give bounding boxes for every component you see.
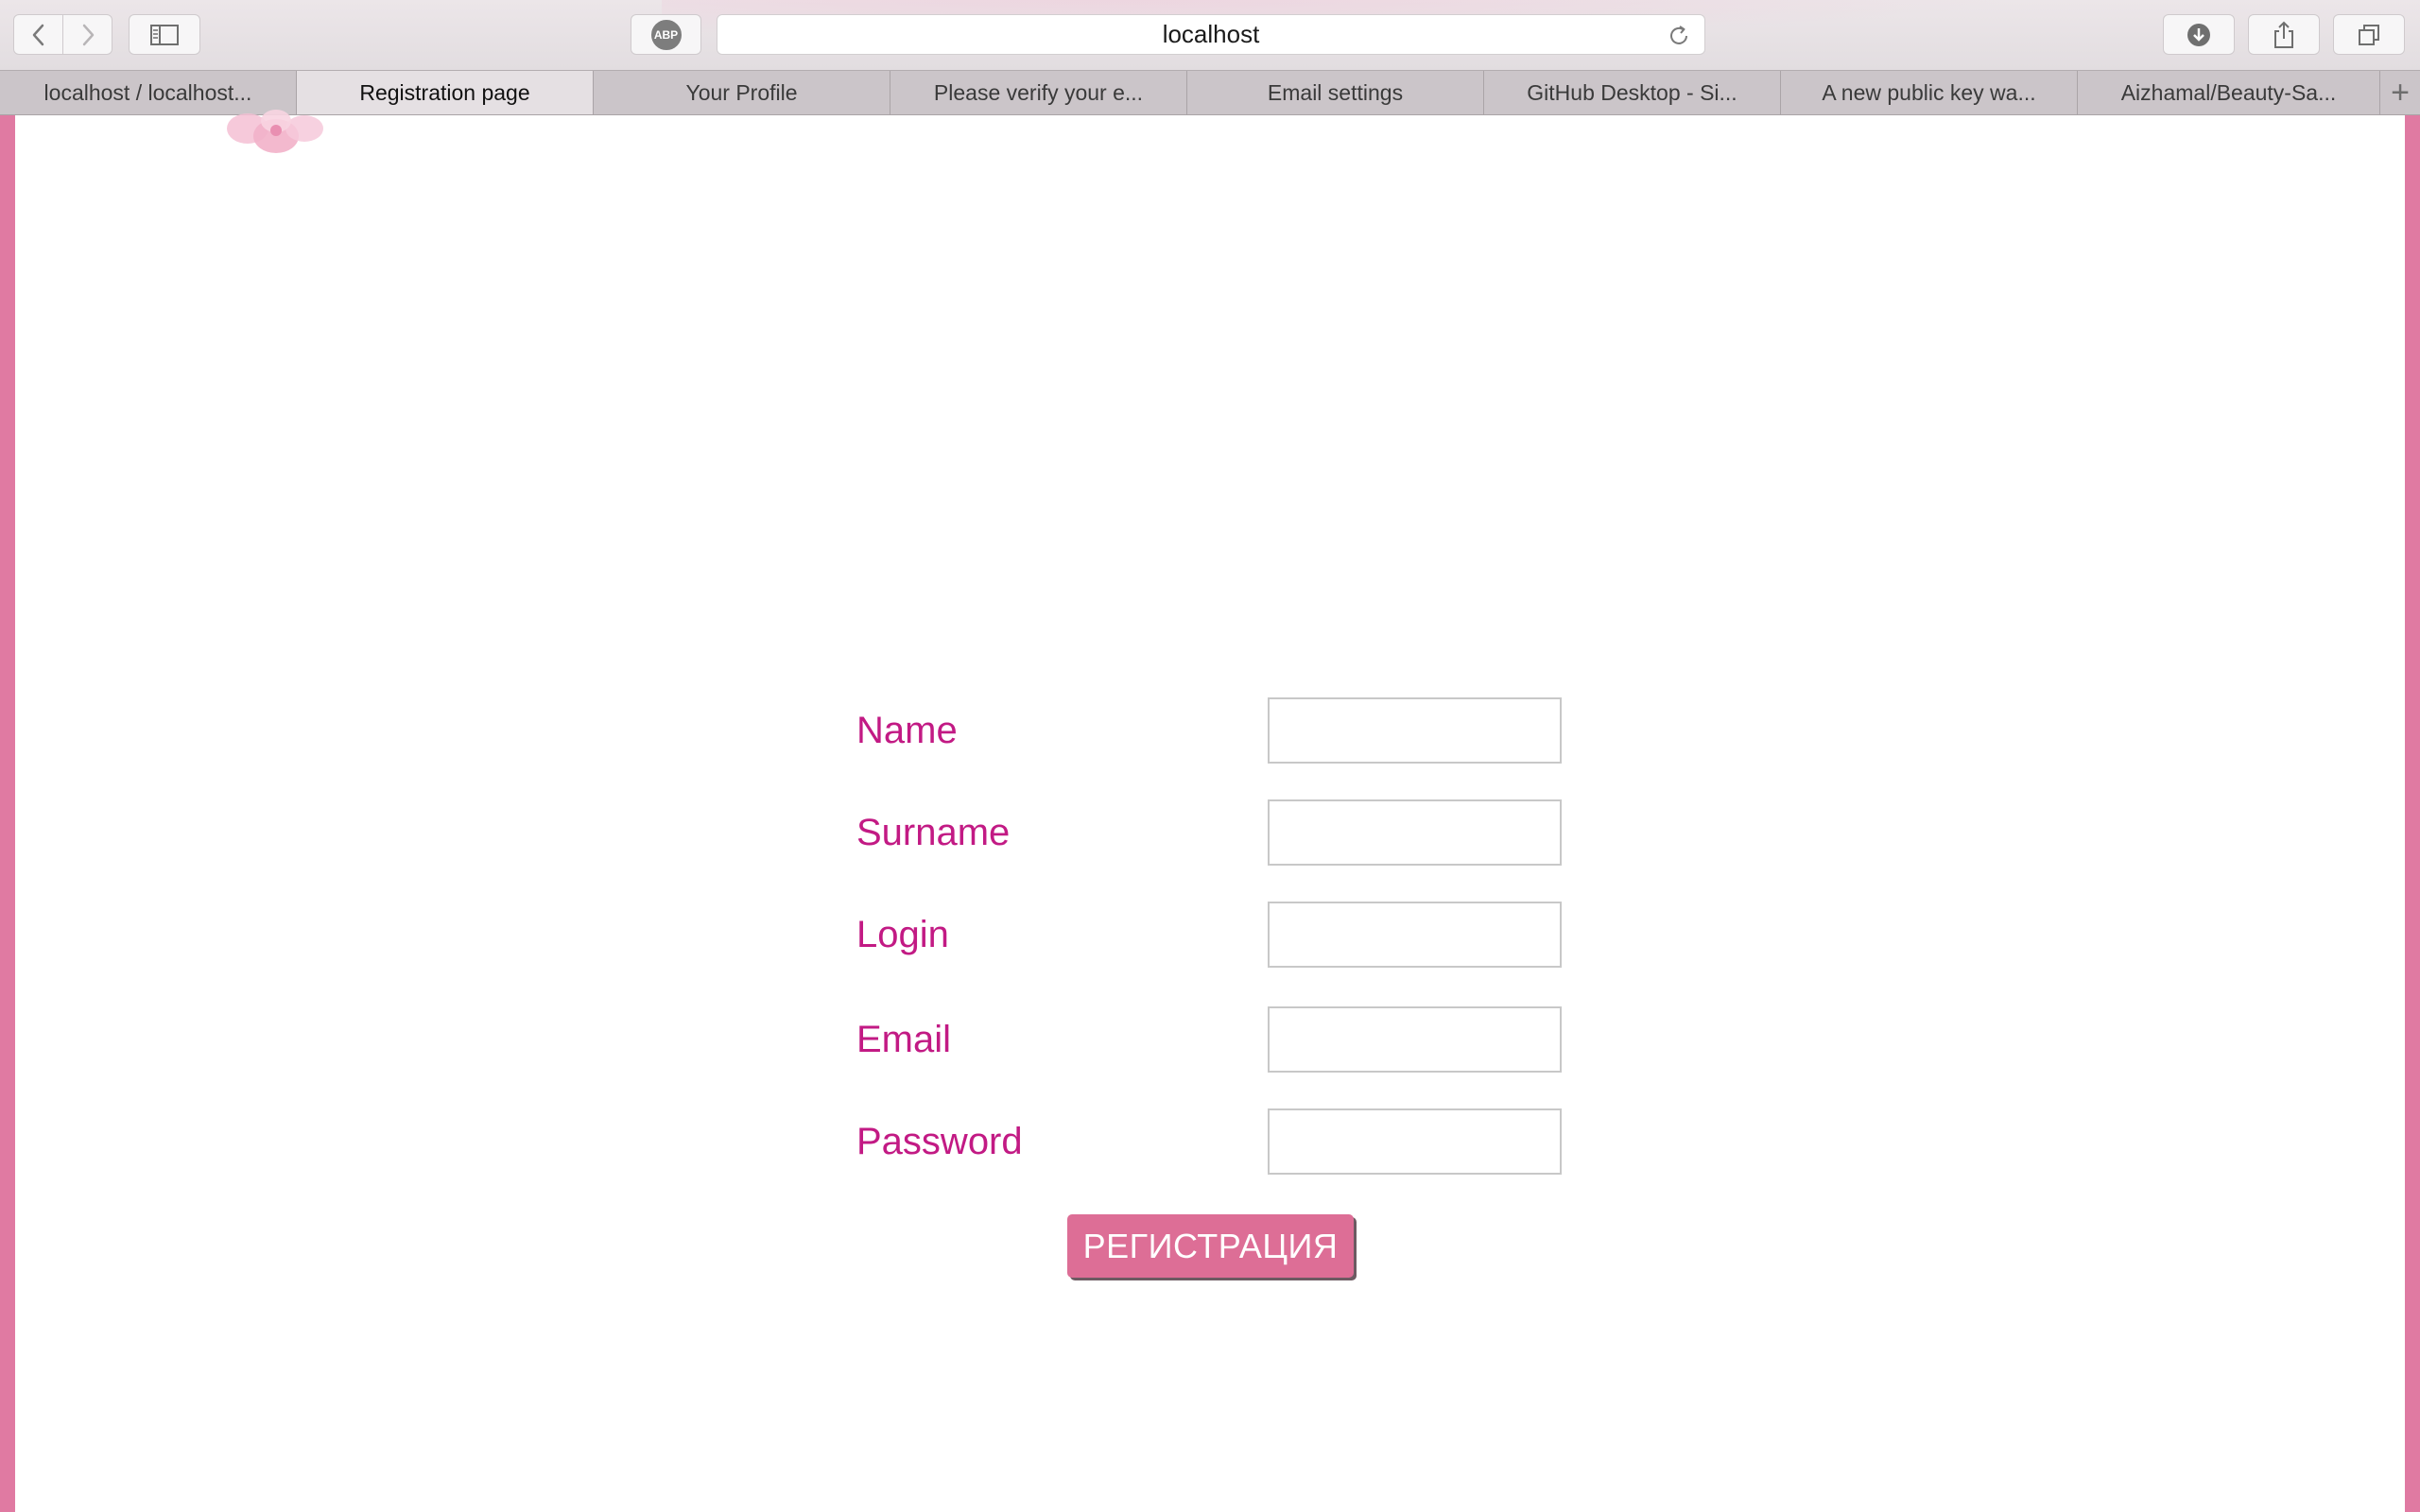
email-row: Email [851,1006,1569,1073]
email-input[interactable] [1268,1006,1562,1073]
share-icon [2274,21,2293,48]
tab-email-settings[interactable]: Email settings [1187,71,1484,114]
adblock-label: ABP [653,27,679,42]
page-content: Name Surname Login Email Password РЕГИСТ… [0,110,2420,1512]
reload-icon[interactable] [1667,24,1691,48]
tab-github-desktop[interactable]: GitHub Desktop - Si... [1484,71,1781,114]
tab-overview-button[interactable] [2333,14,2405,55]
browser-toolbar: ABP localhost [0,0,2420,70]
tab-label: Email settings [1267,79,1404,105]
flower-decoration [227,110,323,153]
name-row: Name [851,697,1569,764]
tab-label: GitHub Desktop - Si... [1527,79,1737,105]
surname-row: Surname [851,799,1569,866]
password-label: Password [856,1120,1023,1162]
password-row: Password [851,1108,1569,1175]
name-input[interactable] [1268,697,1562,764]
tab-bar: localhost / localhost... Registration pa… [0,70,2420,115]
password-input[interactable] [1268,1108,1562,1175]
tab-verify-email[interactable]: Please verify your e... [890,71,1187,114]
downloads-button[interactable] [2163,14,2235,55]
register-button[interactable]: РЕГИСТРАЦИЯ [1067,1214,1354,1278]
address-text: localhost [1162,20,1260,48]
tab-label: Registration page [359,79,530,105]
chevron-left-icon [32,24,43,45]
tab-label: A new public key wa... [1822,79,2036,105]
address-bar[interactable]: localhost [717,14,1705,55]
tabs-overview-icon [2359,24,2379,45]
surname-input[interactable] [1268,799,1562,866]
sidebar-icon [150,24,179,45]
name-label: Name [856,709,958,751]
share-button[interactable] [2248,14,2320,55]
tab-label: Please verify your e... [933,79,1144,105]
login-label: Login [856,913,949,955]
adblock-icon: ABP [650,19,682,50]
login-input[interactable] [1268,902,1562,968]
adblock-button[interactable]: ABP [631,14,701,55]
tab-label: Aizhamal/Beauty-Sa... [2120,79,2337,105]
download-icon [2187,23,2210,46]
plus-icon: + [2391,74,2410,111]
email-label: Email [856,1018,952,1060]
tab-your-profile[interactable]: Your Profile [594,71,890,114]
chevron-right-icon [82,24,94,45]
tab-public-key[interactable]: A new public key wa... [1781,71,2078,114]
page-frame-right [2405,115,2420,1512]
login-row: Login [851,902,1569,968]
sidebar-toggle-button[interactable] [129,14,200,55]
surname-label: Surname [856,811,1011,853]
page-frame-left [0,115,15,1512]
tab-beauty-salon-repo[interactable]: Aizhamal/Beauty-Sa... [2078,71,2380,114]
tab-label: Your Profile [685,79,798,105]
back-button[interactable] [13,14,63,55]
forward-button[interactable] [63,14,112,55]
new-tab-button[interactable]: + [2380,71,2420,114]
